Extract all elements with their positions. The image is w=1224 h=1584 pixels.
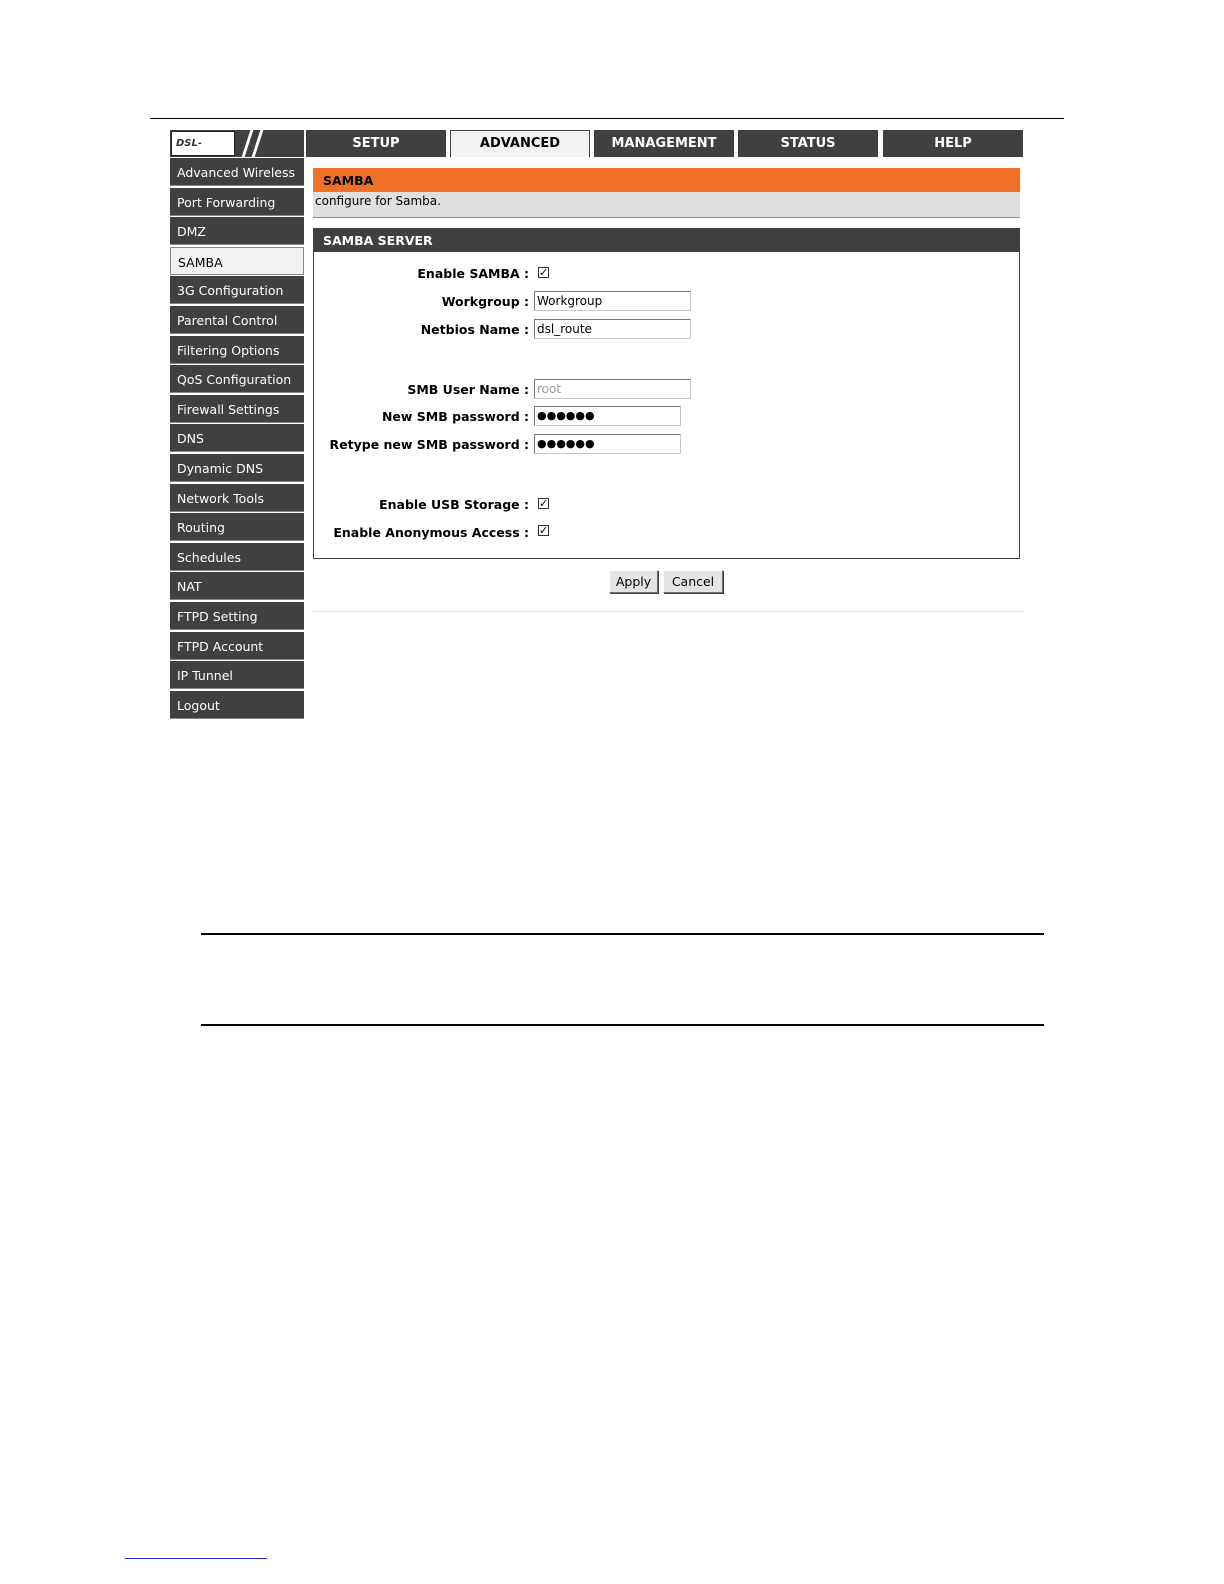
tab-status[interactable]: STATUS — [738, 130, 878, 157]
cancel-button[interactable]: Cancel — [663, 570, 723, 593]
retype-smb-password-input[interactable]: ●●●●●● — [534, 434, 681, 454]
sidebar-item-qos-configuration[interactable]: QoS Configuration — [170, 365, 304, 394]
netbios-name-input[interactable] — [534, 319, 691, 339]
logo-slash-decoration — [251, 130, 264, 157]
sidebar-item-parental-control[interactable]: Parental Control — [170, 305, 304, 334]
content-divider — [313, 611, 1024, 612]
enable-anonymous-access-label: Enable Anonymous Access : — [333, 525, 529, 540]
section-title-samba: SAMBA — [313, 168, 1020, 192]
netbios-name-label: Netbios Name : — [420, 322, 529, 337]
enable-usb-storage-checkbox[interactable]: ✓ — [538, 498, 549, 509]
model-label: DSL-2750E — [171, 131, 235, 172]
sidebar-item-firewall-settings[interactable]: Firewall Settings — [170, 394, 304, 423]
enable-samba-label: Enable SAMBA : — [417, 266, 529, 281]
sidebar-item-logout[interactable]: Logout — [170, 690, 304, 719]
enable-samba-checkbox[interactable]: ✓ — [538, 267, 549, 278]
sidebar-item-dynamic-dns[interactable]: Dynamic DNS — [170, 453, 304, 482]
sidebar-item-nat[interactable]: NAT — [170, 572, 304, 601]
sidebar-item-ftpd-setting[interactable]: FTPD Setting — [170, 601, 304, 630]
sidebar-item-schedules[interactable]: Schedules — [170, 542, 304, 571]
tab-setup[interactable]: SETUP — [306, 130, 446, 157]
enable-anonymous-access-checkbox[interactable]: ✓ — [538, 525, 549, 536]
page-rule — [201, 933, 1044, 935]
sidebar-item-advanced-wireless[interactable]: Advanced Wireless — [170, 158, 304, 186]
sidebar-item-dns[interactable]: DNS — [170, 424, 304, 453]
footnote-rule — [125, 1558, 267, 1559]
smb-user-name-input — [534, 379, 691, 399]
tab-help[interactable]: HELP — [883, 130, 1023, 157]
sidebar-item-routing[interactable]: Routing — [170, 513, 304, 542]
page-rule — [201, 1024, 1044, 1026]
samba-server-form: Enable SAMBA : ✓ Workgroup : Netbios Nam… — [313, 252, 1020, 559]
sidebar-item-3g-configuration[interactable]: 3G Configuration — [170, 276, 304, 305]
enable-usb-storage-label: Enable USB Storage : — [379, 497, 529, 512]
new-smb-password-input[interactable]: ●●●●●● — [534, 406, 681, 426]
workgroup-input[interactable] — [534, 291, 691, 311]
new-smb-password-label: New SMB password : — [381, 409, 529, 424]
apply-button[interactable]: Apply — [609, 570, 658, 593]
smb-user-name-label: SMB User Name : — [407, 382, 529, 397]
sidebar-nav: Advanced Wireless Port Forwarding DMZ SA… — [170, 158, 304, 720]
sidebar-item-samba[interactable]: SAMBA — [170, 246, 304, 275]
brand-logo: DSL-2750E — [170, 130, 304, 172]
sidebar-item-dmz[interactable]: DMZ — [170, 217, 304, 246]
tab-advanced[interactable]: ADVANCED — [450, 130, 590, 157]
tab-management[interactable]: MANAGEMENT — [594, 130, 734, 157]
sidebar-item-ip-tunnel[interactable]: IP Tunnel — [170, 661, 304, 690]
sidebar-item-network-tools[interactable]: Network Tools — [170, 483, 304, 512]
sidebar-item-ftpd-account[interactable]: FTPD Account — [170, 631, 304, 660]
sidebar-item-filtering-options[interactable]: Filtering Options — [170, 335, 304, 364]
sidebar-item-port-forwarding[interactable]: Port Forwarding — [170, 187, 304, 216]
workgroup-label: Workgroup : — [441, 294, 529, 309]
page-rule-top — [150, 118, 1064, 119]
section-description: configure for Samba. — [313, 192, 1020, 218]
retype-smb-password-label: Retype new SMB password : — [329, 437, 529, 452]
section-title-samba-server: SAMBA SERVER — [313, 228, 1020, 252]
